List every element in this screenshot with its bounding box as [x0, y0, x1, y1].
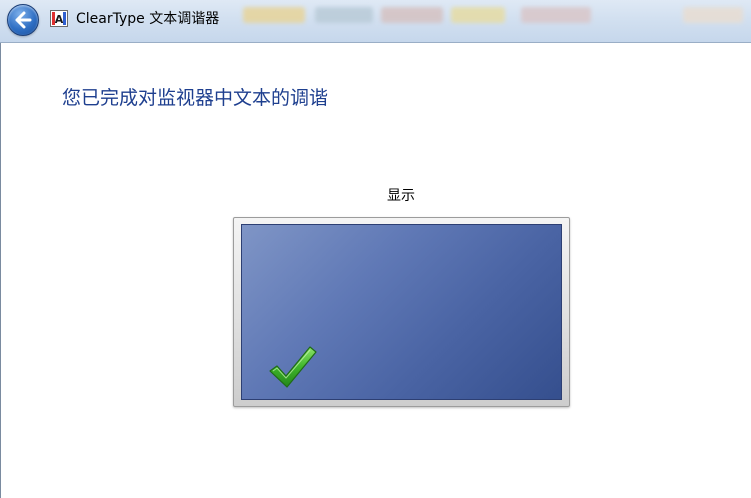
- svg-text:A: A: [55, 13, 64, 26]
- cleartype-tuner-window: A ClearType 文本调谐器 您已完成对监视器中文本的调谐 显示: [0, 0, 751, 498]
- checkmark-icon: [269, 346, 317, 388]
- blurred-shape: [381, 7, 443, 23]
- page-title: 您已完成对监视器中文本的调谐: [62, 87, 329, 109]
- blurred-shape: [683, 7, 743, 23]
- content-area: 您已完成对监视器中文本的调谐 显示: [0, 43, 751, 498]
- title-bar: A ClearType 文本调谐器: [0, 0, 751, 43]
- blurred-shape: [521, 7, 591, 23]
- blurred-shape: [451, 7, 505, 23]
- back-button[interactable]: [7, 4, 39, 36]
- back-arrow-icon: [15, 11, 32, 29]
- monitor-screen: [241, 224, 562, 400]
- cleartype-app-icon: A: [50, 10, 68, 27]
- background-blur: [235, 0, 751, 40]
- window-title: ClearType 文本调谐器: [76, 11, 220, 27]
- blurred-shape: [315, 7, 373, 23]
- display-label: 显示: [387, 188, 415, 204]
- monitor-preview: [233, 217, 570, 407]
- blurred-shape: [243, 7, 305, 23]
